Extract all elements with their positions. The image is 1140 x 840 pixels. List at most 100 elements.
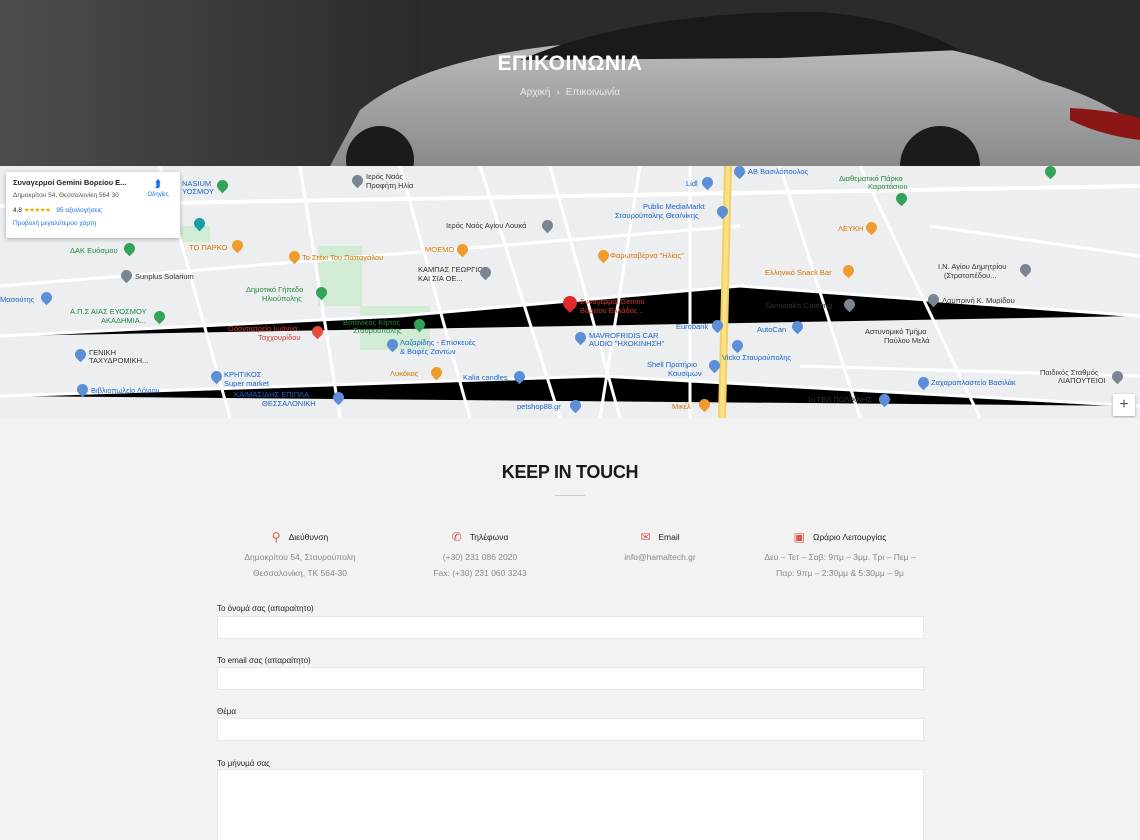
message-field[interactable] — [217, 769, 924, 840]
reviews-link[interactable]: 95 αξιολογήσεις — [56, 207, 102, 214]
google-map[interactable]: Συναγερμοί Gemini Βορείου Ε... Δημοκρίτο… — [0, 166, 1140, 418]
map-label: Vicko Σταυρούπολης — [722, 353, 792, 362]
message-label: Το μήνυμά σας — [217, 759, 270, 768]
map-label: Kalia candles — [463, 373, 508, 382]
map-label: Ταχχουρίδου — [258, 333, 301, 342]
calendar-icon: ▣ — [793, 530, 805, 544]
map-label: AutoCan — [757, 325, 787, 334]
hours-title: Ωράριο Λειτουργίας — [812, 532, 887, 542]
breadcrumb-separator: › — [556, 87, 560, 98]
map-label: Eurobank — [676, 322, 709, 331]
map-label: Lidl — [686, 179, 698, 188]
email-label: Το email σας (απαραίτητο) — [217, 656, 311, 665]
map-label: Φαρωταβέρνα "Ηλίας" — [610, 251, 684, 260]
map-label: ΜΟΕΜΟ — [425, 245, 455, 254]
map-label: Παύλου Μελά — [884, 336, 930, 345]
map-label: ΚΡΗΤΙΚΟΣ — [224, 370, 262, 379]
map-label: Σταυρούπολης — [353, 326, 402, 335]
section-heading: KEEP IN TOUCH — [501, 462, 639, 482]
map-label: ΚΑΜΠΑΣ ΓΕΩΡΓΙΟΣ — [418, 265, 488, 274]
map-label: Λαζαρίδης - Επισκευές — [400, 338, 476, 347]
directions-button[interactable]: ⮭ Οδηγίες — [143, 178, 173, 199]
map-label: ΚΑΙ ΣΙΑ ΟΕ... — [418, 274, 463, 283]
map-label: Προφήτη Ηλία — [366, 181, 414, 190]
map-label: Sunplus Solarium — [135, 272, 194, 281]
email-field[interactable] — [217, 667, 924, 690]
map-label: Μασούτης — [0, 295, 35, 304]
map-label: Αστυνομικό Τμήμα — [865, 327, 927, 336]
address-block: ⚲ Διεύθυνση Δημοκρίτου 54, Σταυρούπολη Θεσ… — [215, 531, 385, 581]
zoom-in-button[interactable]: + — [1113, 394, 1135, 416]
email-link[interactable]: info@hamaltech.gr — [575, 549, 745, 565]
hours-line-1: Δευ – Τετ – Σαβ: 9πμ – 3μμ. Τρι – Πεμ – — [764, 552, 916, 562]
breadcrumb-current: Επικοινωνία — [565, 87, 620, 98]
map-label: ΑΚΑΔΗΜΙΑ... — [101, 316, 147, 325]
phone-block: ✆ Τηλέφωνα (+30) 231 086 2020 Fax: (+30) 2… — [395, 531, 565, 581]
map-label: ΛΕΥΚΗ — [838, 224, 864, 233]
map-label: (Στρατοπέδου... — [944, 271, 997, 280]
map-label: Α.Π.Σ ΑΙΑΣ ΕΥΟΣΜΟΥ — [70, 307, 147, 316]
map-place-card: Συναγερμοί Gemini Βορείου Ε... Δημοκρίτο… — [6, 172, 180, 238]
phone-icon: ✆ — [451, 530, 462, 544]
rating-value: 4,8 — [13, 207, 23, 214]
bigger-map-link[interactable]: Προβολή μεγαλύτερου χάρτη — [13, 220, 173, 227]
hero-banner: ΕΠΙΚΟΙΝΩΝΙΑ Αρχική › Επικοινωνία — [0, 0, 1140, 166]
phone-line-1[interactable]: (+30) 231 086 2020 — [395, 549, 565, 565]
map-label: ΑΒ Βασιλόπουλος — [748, 167, 809, 176]
name-label: Το όνομά σας (απαραίτητο) — [217, 604, 314, 613]
map-label: Συναγερμοί Gemini — [580, 297, 645, 306]
email-block: ✉ Email info@hamaltech.gr — [575, 531, 745, 565]
phone-title: Τηλέφωνα — [469, 532, 509, 542]
place-name: Συναγερμοί Gemini Βορείου Ε... — [13, 178, 127, 187]
map-label: Super market — [224, 379, 270, 388]
place-rating: 4,8 ★★★★★ 95 αξιολογήσεις — [13, 206, 173, 214]
map-label: petshop88.gr — [517, 402, 561, 411]
hours-line-2: Παρ: 9πμ – 2:30μμ & 5:30μμ – 9μ — [776, 568, 904, 578]
map-label: ΥΟΣΜΟΥ — [182, 187, 214, 196]
map-label: 1ο ΓΕΛ ΠΟΛΙΧΝΗΣ — [807, 395, 872, 404]
map-label: Δημοτικό Γήπεδο — [246, 285, 304, 294]
map-label: ΤΑΧΥΔΡΟΜΙΚΗ... — [89, 356, 149, 365]
location-pin-icon: ⚲ — [271, 530, 281, 544]
map-label: ΛΙΑΠΟΥΤΕΙΟΙ — [1058, 376, 1106, 385]
map-label: Ιερός Ναός Αγίου Λουκά — [446, 221, 527, 230]
map-label: ΘΕΣΣΑΛΟΝΙΚΗ — [262, 399, 316, 408]
map-label: Βιβλιοπωλείο Λόγιον — [91, 386, 160, 395]
hours-block: ▣ Ωράριο Λειτουργίας Δευ – Τετ – Σαβ: 9πμ… — [740, 531, 940, 581]
envelope-icon: ✉ — [640, 530, 651, 544]
directions-label: Οδηγίες — [147, 192, 169, 198]
rating-stars: ★★★★★ — [23, 207, 51, 214]
map-label: Λαμπρινή Κ. Μυρίδου — [942, 296, 1015, 305]
map-label: & Βαφές Ζαντών — [400, 347, 456, 356]
map-label: Ζαχαροπλαστείο Βασιλάκ — [931, 378, 1016, 387]
map-label: Καυσίμων — [668, 369, 702, 378]
map-label: Λυκόκος — [390, 369, 419, 378]
map-label: AUDIO "ΗΧΟΚΙΝΗΣΗ" — [589, 339, 665, 348]
map-label: Μικέλ — [672, 402, 691, 411]
map-label: Shell Πρατήριο — [647, 360, 698, 369]
map-label: Βορείου Ελλάδος... — [580, 306, 644, 315]
map-label: Ηλιούπολης — [262, 294, 302, 303]
subject-field[interactable] — [217, 718, 924, 741]
map-label: ΚΑΙΜΑΣΙΔΗΣ ΕΠΙΠΛΑ — [234, 390, 310, 399]
map-label: ΤΟ ΠΑΡΚΟ — [189, 243, 228, 252]
map-label: Το Στέκι Του Παπαγάλου — [302, 253, 384, 262]
map-label: Ιερός Ναός — [366, 172, 404, 181]
map-label: Σταυρούπολης Θεσ/νίκης — [615, 211, 699, 220]
hero-car-image — [0, 0, 1140, 166]
map-label: Οδοντιατρείο Ιωάννα — [228, 324, 298, 333]
address-title: Διεύθυνση — [288, 532, 329, 542]
breadcrumb-home-link[interactable]: Αρχική — [520, 87, 550, 98]
breadcrumb: Αρχική › Επικοινωνία — [0, 87, 1140, 98]
address-line-2: Θεσσαλονίκη, ΤΚ 564-30 — [252, 568, 348, 578]
map-label: Ι.Ν. Αγίου Δημητρίου — [938, 262, 1007, 271]
address-line-1: Δημοκρίτου 54, Σταυρούπολη — [244, 552, 356, 562]
map-label: Public MediaMarkt — [643, 202, 705, 211]
name-field[interactable] — [217, 616, 924, 639]
email-title: Email — [658, 532, 680, 542]
fax-line: Fax: (+30) 231 060 3243 — [433, 568, 527, 578]
map-label: Καρατάσιου — [868, 182, 908, 191]
directions-icon: ⮭ — [154, 178, 162, 190]
map-label: Samiotakis Catering — [765, 301, 833, 310]
map-label: ΔΑΚ Ευόσμου — [70, 246, 118, 255]
